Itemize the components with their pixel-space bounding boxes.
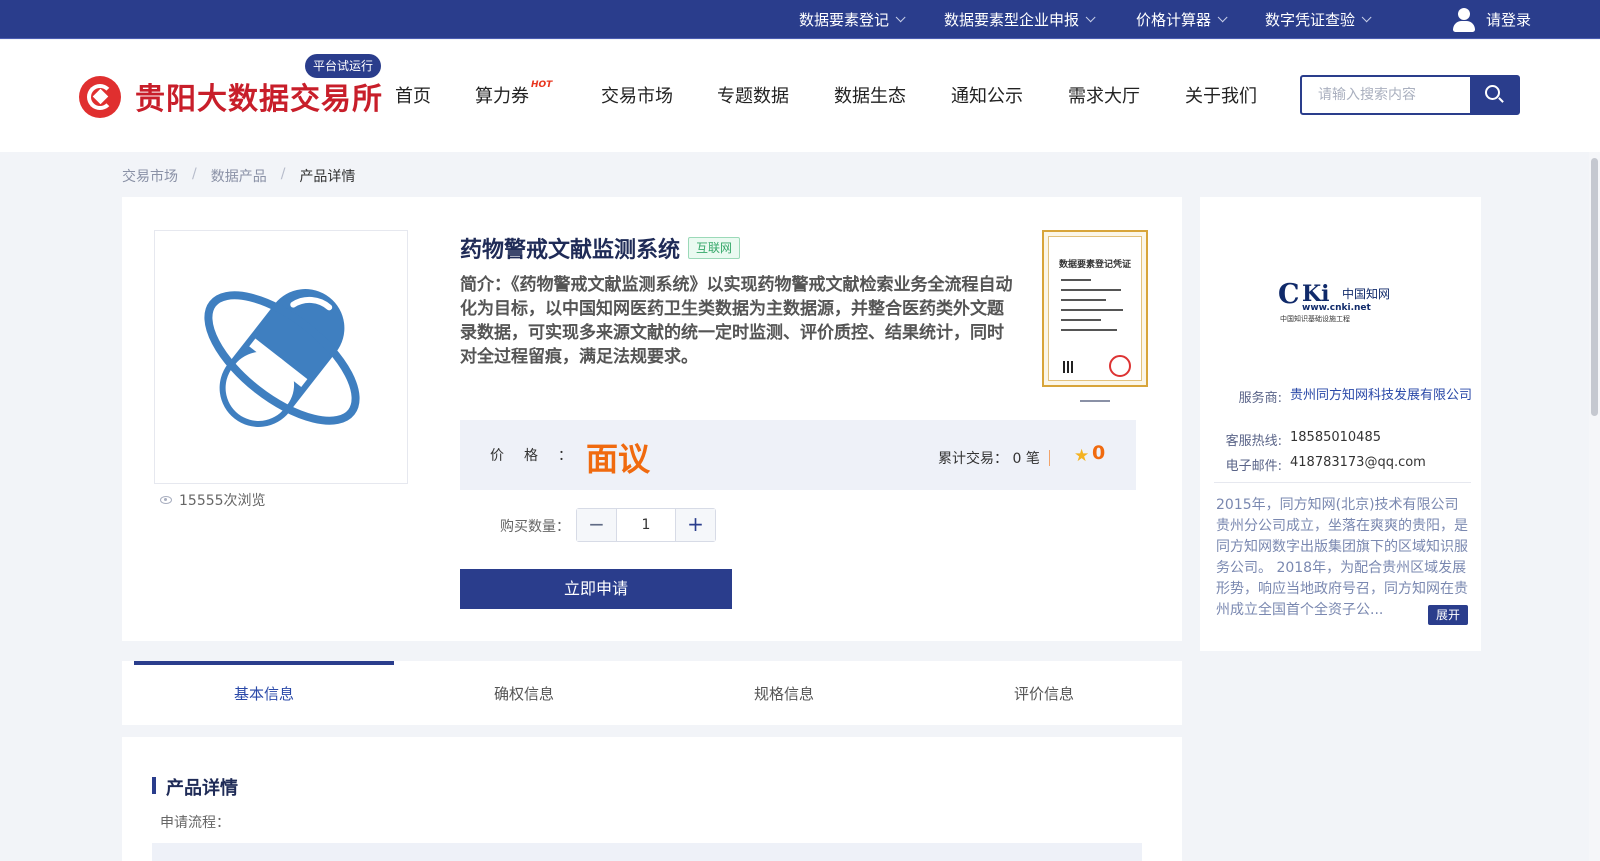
application-process-label: 申请流程： [160, 815, 230, 831]
breadcrumb-data-products[interactable]: 数据产品 [211, 166, 267, 186]
nav-compute-voucher[interactable]: 算力券 HOT [475, 80, 552, 108]
top-utility-bar: 数据要素登记 数据要素型企业申报 价格计算器 数字凭证查验 请登录 [0, 0, 1600, 39]
provider-card: C Ki 中国知网 www.cnki.net 中国知识基础设施工程 服务商: 贵… [1200, 197, 1481, 651]
trial-badge: 平台试运行 [305, 54, 382, 78]
site-header: 贵阳大数据交易所 平台试运行 首页 算力券 HOT 交易市场 专题数据 数据生态 … [0, 40, 1600, 152]
tab-spec-info[interactable]: 规格信息 [654, 661, 914, 725]
certificate-indicator[interactable] [1080, 400, 1110, 402]
hot-badge: HOT [531, 80, 553, 90]
hotline-row: 客服热线: 18585010485 [1225, 430, 1381, 449]
menu-enterprise-declaration[interactable]: 数据要素型企业申报 [944, 0, 1096, 39]
nav-home[interactable]: 首页 [395, 82, 431, 108]
tab-review-info[interactable]: 评价信息 [914, 661, 1174, 725]
chevron-down-icon [1217, 12, 1228, 23]
quantity-input[interactable]: 1 [617, 509, 675, 541]
menu-price-calculator[interactable]: 价格计算器 [1136, 0, 1228, 39]
breadcrumb: 交易市场 / 数据产品 / 产品详情 [122, 166, 356, 186]
provider-name-link[interactable]: 贵州同方知网科技发展有限公司 [1290, 387, 1475, 406]
nav-data-ecosystem[interactable]: 数据生态 [834, 82, 906, 108]
provider-description: 2015年，同方知网(北京)技术有限公司贵州分公司成立，坐落在爽爽的贵阳，是同方… [1216, 497, 1468, 618]
nav-trading-market[interactable]: 交易市场 [601, 82, 673, 108]
tab-ownership-info[interactable]: 确权信息 [394, 661, 654, 725]
login-link[interactable]: 请登录 [1452, 0, 1531, 39]
nav-about-us[interactable]: 关于我们 [1185, 82, 1257, 108]
menu-data-element-registration[interactable]: 数据要素登记 [799, 0, 906, 39]
product-intro: 简介：《药物警戒文献监测系统》以实现药物警戒文献检索业务全流程自动化为目标，以中… [460, 275, 1013, 367]
apply-now-button[interactable]: 立即申请 [460, 569, 732, 609]
rating-count: 0 [1092, 442, 1106, 464]
registration-certificate[interactable]: 数据要素登记凭证 [1042, 230, 1148, 387]
official-seal-icon [1109, 355, 1131, 377]
certificate-title: 数据要素登记凭证 [1058, 260, 1131, 270]
exchange-logo-icon[interactable] [79, 76, 121, 118]
product-details-section: 产品详情 申请流程： [122, 737, 1182, 861]
chevron-down-icon [1361, 12, 1372, 23]
chevron-down-icon [1085, 12, 1096, 23]
decrease-quantity-button[interactable]: − [577, 509, 617, 541]
nav-topic-data[interactable]: 专题数据 [717, 82, 789, 108]
provider-name-row: 服务商: 贵州同方知网科技发展有限公司 [1220, 387, 1475, 406]
email-row: 电子邮件: 418783173@qq.com [1225, 455, 1426, 474]
price-value: 面议 [586, 440, 651, 478]
product-image [154, 230, 408, 484]
increase-quantity-button[interactable]: + [675, 509, 715, 541]
breadcrumb-trading-market[interactable]: 交易市场 [122, 166, 178, 186]
nav-demand-hall[interactable]: 需求大厅 [1068, 82, 1140, 108]
site-logo-text[interactable]: 贵阳大数据交易所 [135, 74, 383, 118]
search-box [1300, 75, 1520, 115]
cumulative-trades: 累计交易： 0 笔 [938, 451, 1040, 467]
scrollbar-thumb[interactable] [1591, 158, 1598, 416]
chevron-down-icon [895, 12, 906, 23]
hotline-value: 18585010485 [1290, 430, 1381, 445]
detail-tabs: 基本信息 确权信息 规格信息 评价信息 [122, 661, 1182, 725]
price-panel: 价格： 面议 累计交易： 0 笔 ★ 0 [460, 420, 1136, 490]
search-button[interactable] [1470, 77, 1518, 113]
breadcrumb-current: 产品详情 [299, 169, 356, 185]
expand-button[interactable]: 展开 [1428, 605, 1469, 625]
section-title: 产品详情 [166, 778, 238, 799]
product-card: 15555次浏览 药物警戒文献监测系统 互联网 简介：《药物警戒文献监测系统》以… [122, 197, 1182, 641]
tab-basic-info[interactable]: 基本信息 [134, 661, 394, 725]
quantity-label: 购买数量： [500, 519, 570, 535]
quantity-stepper: − 1 + [576, 508, 716, 542]
menu-certificate-verification[interactable]: 数字凭证查验 [1265, 0, 1372, 39]
category-tag: 互联网 [688, 237, 741, 259]
view-count: 15555次浏览 [160, 490, 266, 510]
search-input[interactable] [1302, 77, 1471, 113]
star-icon: ★ [1074, 446, 1090, 466]
price-label: 价格： [490, 448, 572, 464]
capsule-icon [204, 289, 360, 427]
email-value: 418783173@qq.com [1290, 455, 1426, 470]
product-title: 药物警戒文献监测系统 [460, 238, 681, 263]
page-scrollbar[interactable] [1589, 152, 1600, 861]
qr-code-icon [1063, 361, 1075, 373]
cnki-logo: C Ki 中国知网 www.cnki.net 中国知识基础设施工程 [1278, 279, 1391, 323]
process-diagram-area [152, 843, 1142, 861]
eye-icon [160, 496, 172, 504]
user-icon [1452, 7, 1476, 33]
nav-announcements[interactable]: 通知公示 [951, 82, 1023, 108]
